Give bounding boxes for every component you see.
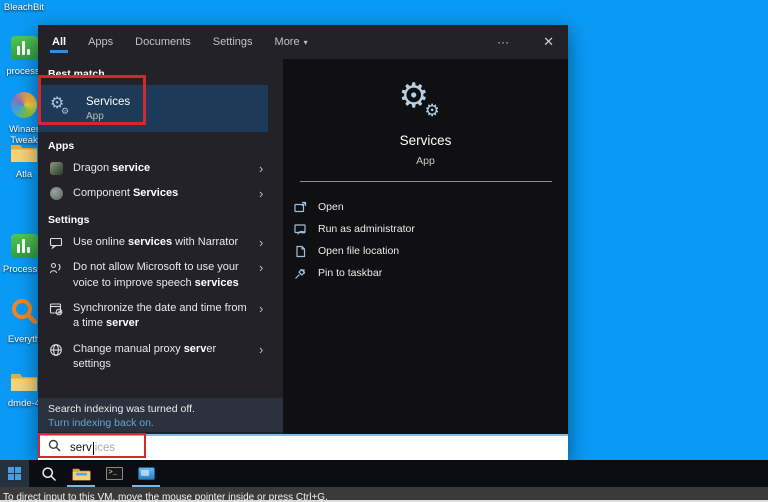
- indexing-notice-text: Search indexing was turned off.: [48, 403, 273, 415]
- globe-icon: [48, 343, 64, 357]
- result-label: Do not allow Microsoft to use your voice…: [73, 260, 255, 291]
- tab-all[interactable]: All: [50, 27, 68, 57]
- preview-actions: Open Run as administrator Open file loca…: [283, 196, 568, 284]
- taskbar-command-prompt-button[interactable]: >_: [101, 460, 127, 487]
- result-label: Use online services with Narrator: [73, 235, 255, 250]
- turn-indexing-on-link[interactable]: Turn indexing back on.: [48, 417, 273, 429]
- dragon-service-icon: [48, 162, 64, 175]
- chevron-right-icon[interactable]: ›: [259, 302, 263, 315]
- pin-icon: [293, 267, 307, 280]
- result-proxy-settings[interactable]: Change manual proxy server settings ›: [38, 337, 283, 378]
- open-window-icon: [293, 201, 307, 214]
- indexing-notice: Search indexing was turned off. Turn ind…: [38, 398, 283, 432]
- close-icon[interactable]: ✕: [537, 30, 568, 54]
- vm-status-bar: To direct input to this VM, move the mou…: [0, 487, 768, 500]
- folder-icon: [10, 370, 38, 392]
- desktop-icon-bleachbit[interactable]: BleachBit: [2, 1, 46, 14]
- preview-subtitle: App: [283, 155, 568, 167]
- text-caret: [93, 442, 94, 455]
- search-icon: [41, 466, 57, 482]
- chevron-right-icon[interactable]: ›: [259, 261, 263, 274]
- windows-logo-icon: [8, 467, 21, 480]
- process-monitor-icon: [11, 36, 38, 60]
- desktop-icon-label: BleachBit: [2, 3, 46, 14]
- best-match-title: Services: [86, 96, 130, 108]
- best-match-header: Best match: [48, 68, 283, 80]
- tab-settings[interactable]: Settings: [211, 27, 255, 57]
- apps-section-header: Apps: [48, 140, 283, 152]
- winaero-tweaker-icon: [11, 92, 37, 118]
- action-label: Run as administrator: [318, 223, 415, 235]
- magnifier-orange-icon: [8, 296, 40, 328]
- search-input[interactable]: serv ices: [38, 434, 568, 460]
- chevron-down-icon: ▾: [304, 38, 308, 47]
- start-button[interactable]: [0, 460, 29, 487]
- action-open[interactable]: Open: [283, 196, 568, 218]
- action-open-file-location[interactable]: Open file location: [283, 240, 568, 262]
- chevron-right-icon[interactable]: ›: [259, 162, 263, 175]
- search-suggestion-text: ices: [95, 442, 115, 454]
- settings-section-header: Settings: [48, 214, 283, 226]
- action-label: Pin to taskbar: [318, 267, 382, 279]
- preview-divider: [300, 181, 552, 182]
- desktop: { "icons": { "gear": "⚙", "chevron": "›"…: [0, 0, 768, 502]
- action-pin-to-taskbar[interactable]: Pin to taskbar: [283, 262, 568, 284]
- chevron-right-icon[interactable]: ›: [259, 343, 263, 356]
- best-match-subtitle: App: [86, 111, 130, 122]
- taskbar-search-button[interactable]: [36, 460, 62, 487]
- folder-icon: [10, 141, 38, 163]
- result-speech-privacy[interactable]: Do not allow Microsoft to use your voice…: [38, 255, 283, 296]
- result-label: Dragon service: [73, 161, 255, 176]
- action-run-as-administrator[interactable]: Run as administrator: [283, 218, 568, 240]
- taskbar: >_: [0, 460, 768, 487]
- speech-person-icon: [48, 261, 64, 275]
- file-explorer-icon: [72, 466, 91, 481]
- tab-more[interactable]: More▾: [273, 27, 310, 57]
- options-ellipsis-button[interactable]: ···: [487, 31, 519, 53]
- chevron-right-icon[interactable]: ›: [259, 236, 263, 249]
- result-component-services[interactable]: Component Services ›: [38, 181, 283, 206]
- command-prompt-icon: >_: [106, 467, 123, 480]
- vm-window-icon: [138, 467, 155, 480]
- result-label: Synchronize the date and time from a tim…: [73, 301, 255, 332]
- result-label: Change manual proxy server settings: [73, 342, 255, 373]
- taskbar-vm-app-button[interactable]: [133, 460, 159, 487]
- component-services-icon: [48, 187, 64, 200]
- best-match-result-services[interactable]: ⚙⚙ Services App: [38, 85, 268, 132]
- process-lasso-icon: [11, 234, 38, 258]
- calendar-clock-icon: [48, 302, 64, 316]
- result-label: Component Services: [73, 186, 255, 201]
- action-label: Open: [318, 201, 344, 213]
- run-admin-icon: [293, 223, 307, 236]
- chevron-right-icon[interactable]: ›: [259, 187, 263, 200]
- result-sync-time[interactable]: Synchronize the date and time from a tim…: [38, 296, 283, 337]
- tab-apps[interactable]: Apps: [86, 27, 115, 57]
- tab-documents[interactable]: Documents: [133, 27, 193, 57]
- taskbar-file-explorer-button[interactable]: [68, 460, 94, 487]
- search-results-column: Best match ⚙⚙ Services App Apps Dragon s…: [38, 59, 283, 434]
- result-dragon-service[interactable]: Dragon service ›: [38, 156, 283, 181]
- search-tab-bar: All Apps Documents Settings More▾ ··· ✕: [38, 25, 568, 59]
- services-gears-icon-large: ⚙⚙: [399, 79, 449, 123]
- services-gears-icon: ⚙⚙: [50, 98, 72, 120]
- search-typed-text: serv: [70, 442, 92, 454]
- file-location-icon: [293, 245, 307, 258]
- result-preview-panel: ⚙⚙ Services App Open Run as administrato…: [283, 59, 568, 434]
- search-icon: [48, 439, 61, 457]
- start-search-flyout: All Apps Documents Settings More▾ ··· ✕ …: [38, 25, 568, 460]
- preview-title: Services: [283, 133, 568, 148]
- result-narrator-online-services[interactable]: Use online services with Narrator ›: [38, 230, 283, 255]
- narrator-monitor-icon: [48, 236, 64, 250]
- action-label: Open file location: [318, 245, 399, 257]
